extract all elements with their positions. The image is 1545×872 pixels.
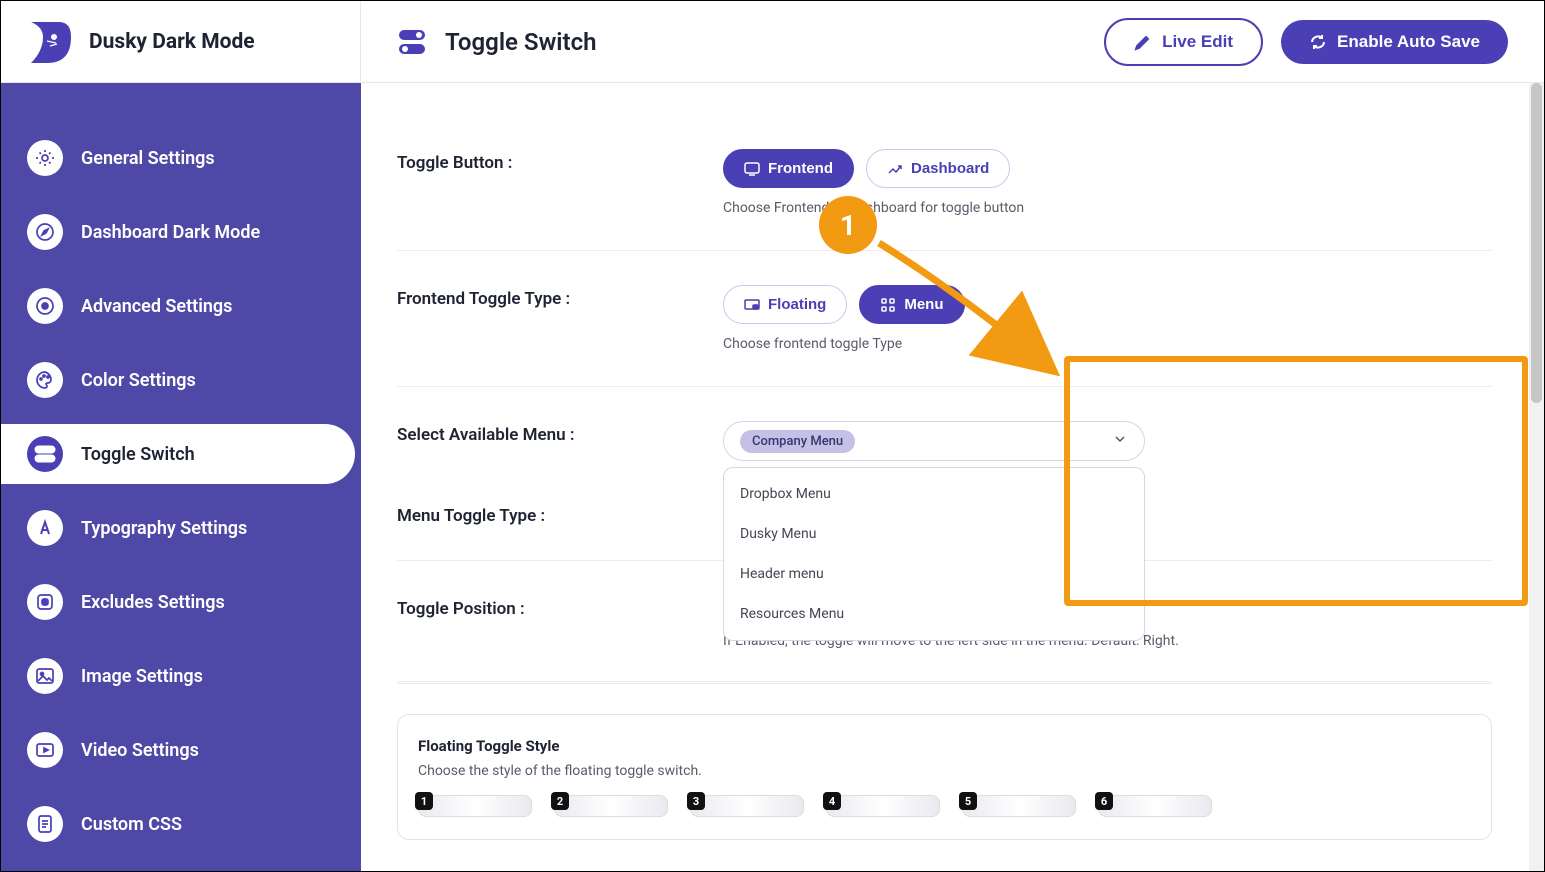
toggle-style-option-2[interactable]: 2 [554, 795, 668, 817]
menu-option[interactable]: Header menu [724, 554, 1144, 594]
sidebar-item-label: Excludes Settings [81, 592, 225, 613]
toggle-style-option-3[interactable]: 3 [690, 795, 804, 817]
grid-icon [880, 297, 896, 313]
main: Toggle Button : Frontend Dashboard [361, 83, 1544, 871]
sidebar-item-analytics-reporting[interactable]: Analytics & Reporting [1, 868, 355, 871]
sidebar-item-toggle-switch[interactable]: Toggle Switch [1, 424, 355, 484]
float-icon [744, 297, 760, 313]
selected-menu-chip: Company Menu [740, 430, 855, 453]
option-floating-label: Floating [768, 296, 826, 313]
monitor-icon [744, 161, 760, 177]
sidebar-item-image-settings[interactable]: Image Settings [1, 646, 355, 706]
sidebar-item-label: Dashboard Dark Mode [81, 222, 260, 243]
style-number-badge: 6 [1095, 792, 1113, 810]
toggle-icon [27, 436, 63, 472]
style-number-badge: 4 [823, 792, 841, 810]
video-icon [27, 732, 63, 768]
sidebar-item-label: Advanced Settings [81, 296, 232, 317]
scrollbar-track[interactable] [1529, 83, 1544, 871]
sidebar-item-label: Toggle Switch [81, 444, 195, 465]
menu-select[interactable]: Company Menu [723, 421, 1145, 461]
type-icon [27, 510, 63, 546]
floating-style-hint: Choose the style of the floating toggle … [418, 763, 1471, 779]
sidebar: General Settings Dashboard Dark Mode Advan… [1, 83, 361, 871]
floating-style-title: Floating Toggle Style [418, 737, 1471, 755]
toggle-style-option-6[interactable]: 6 [1098, 795, 1212, 817]
live-edit-label: Live Edit [1162, 32, 1233, 52]
toggle-button-options: Frontend Dashboard [723, 149, 1492, 188]
toggle-icon [397, 27, 427, 57]
sidebar-item-label: Custom CSS [81, 814, 182, 835]
label-toggle-position: Toggle Position : [397, 595, 723, 619]
toggle-style-option-5[interactable]: 5 [962, 795, 1076, 817]
menu-option[interactable]: Dusky Menu [724, 514, 1144, 554]
toggle-style-option-1[interactable]: 1 [418, 795, 532, 817]
floating-style-card: Floating Toggle Style Choose the style o… [397, 714, 1492, 840]
menu-option[interactable]: Dropbox Menu [724, 474, 1144, 514]
sidebar-item-video-settings[interactable]: Video Settings [1, 720, 355, 780]
toggle-style-option-4[interactable]: 4 [826, 795, 940, 817]
annotation-badge-1: 1 [819, 196, 877, 254]
autosave-label: Enable Auto Save [1337, 32, 1480, 52]
image-icon [27, 658, 63, 694]
style-number-badge: 3 [687, 792, 705, 810]
sidebar-item-general-settings[interactable]: General Settings [1, 128, 355, 188]
sidebar-item-label: Color Settings [81, 370, 196, 391]
option-frontend-label: Frontend [768, 160, 833, 177]
frontend-type-options: Floating Menu [723, 285, 1492, 324]
sidebar-item-excludes-settings[interactable]: Excludes Settings [1, 572, 355, 632]
option-frontend[interactable]: Frontend [723, 149, 854, 188]
option-floating[interactable]: Floating [723, 285, 847, 324]
palette-icon [27, 362, 63, 398]
page-title: Toggle Switch [445, 28, 597, 56]
option-menu-label: Menu [904, 296, 943, 313]
sliders-icon [27, 288, 63, 324]
live-edit-button[interactable]: Live Edit [1104, 18, 1263, 66]
sidebar-item-custom-css[interactable]: Custom CSS [1, 794, 355, 854]
menu-option[interactable]: Resources Menu [724, 594, 1144, 634]
sidebar-item-label: Image Settings [81, 666, 203, 687]
edit-icon [1134, 33, 1152, 51]
row-frontend-toggle-type: Frontend Toggle Type : Floating Menu [397, 251, 1492, 387]
style-number-badge: 1 [415, 792, 433, 810]
topbar-brand: Dusky Dark Mode [1, 1, 361, 82]
style-number-badge: 5 [959, 792, 977, 810]
compass-icon [27, 214, 63, 250]
sidebar-item-color-settings[interactable]: Color Settings [1, 350, 355, 410]
logo-icon [27, 19, 75, 65]
scrollbar-thumb[interactable] [1531, 83, 1542, 403]
gear-icon [27, 140, 63, 176]
sidebar-item-label: General Settings [81, 148, 215, 169]
hint-frontend-type: Choose frontend toggle Type [723, 336, 1492, 352]
label-select-menu: Select Available Menu : [397, 421, 723, 445]
topbar-right: Toggle Switch Live Edit Enable Auto Save [361, 1, 1544, 82]
option-dashboard-label: Dashboard [911, 160, 989, 177]
label-menu-toggle-type: Menu Toggle Type : [397, 502, 723, 526]
sidebar-item-label: Video Settings [81, 740, 199, 761]
brand-name: Dusky Dark Mode [89, 30, 255, 54]
topbar: Dusky Dark Mode Toggle Switch Live Edit [1, 1, 1544, 83]
sidebar-item-label: Typography Settings [81, 518, 247, 539]
label-toggle-button: Toggle Button : [397, 149, 723, 173]
row-toggle-button: Toggle Button : Frontend Dashboard [397, 83, 1492, 251]
refresh-icon [1309, 33, 1327, 51]
chevron-down-icon [1112, 431, 1128, 451]
doc-icon [27, 806, 63, 842]
option-menu[interactable]: Menu [859, 285, 964, 324]
sidebar-item-typography-settings[interactable]: Typography Settings [1, 498, 355, 558]
option-dashboard[interactable]: Dashboard [866, 149, 1010, 188]
floating-style-options: 1 2 3 4 5 6 [418, 795, 1471, 817]
label-frontend-toggle-type: Frontend Toggle Type : [397, 285, 723, 309]
menu-dropdown: Dropbox MenuDusky MenuHeader menuResourc… [723, 467, 1145, 641]
style-number-badge: 2 [551, 792, 569, 810]
sidebar-item-advanced-settings[interactable]: Advanced Settings [1, 276, 355, 336]
chartline-icon [887, 161, 903, 177]
enable-autosave-button[interactable]: Enable Auto Save [1281, 20, 1508, 64]
crop-icon [27, 584, 63, 620]
sidebar-item-dashboard-dark-mode[interactable]: Dashboard Dark Mode [1, 202, 355, 262]
